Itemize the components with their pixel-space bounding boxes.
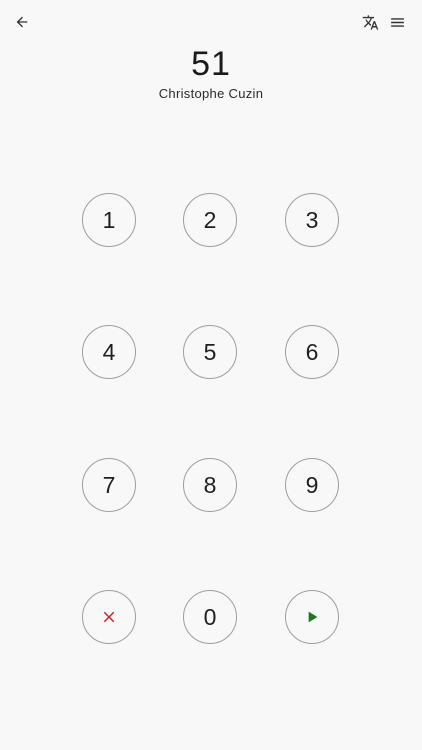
key-2[interactable]: 2 bbox=[183, 193, 237, 247]
submit-button[interactable] bbox=[285, 590, 339, 644]
dial-display: 51 Christophe Cuzin bbox=[0, 44, 422, 102]
key-3[interactable]: 3 bbox=[285, 193, 339, 247]
menu-button[interactable] bbox=[383, 8, 411, 36]
hamburger-menu-icon bbox=[390, 17, 404, 27]
translate-icon bbox=[362, 14, 378, 30]
key-1[interactable]: 1 bbox=[82, 193, 136, 247]
key-4[interactable]: 4 bbox=[82, 325, 136, 379]
play-icon bbox=[308, 611, 318, 623]
top-bar bbox=[0, 0, 422, 44]
key-7[interactable]: 7 bbox=[82, 458, 136, 512]
key-9[interactable]: 9 bbox=[285, 458, 339, 512]
key-5[interactable]: 5 bbox=[183, 325, 237, 379]
clear-button[interactable] bbox=[82, 590, 136, 644]
contact-name: Christophe Cuzin bbox=[158, 86, 264, 101]
close-icon bbox=[103, 611, 115, 623]
key-0[interactable]: 0 bbox=[183, 590, 237, 644]
arrow-left-icon bbox=[16, 16, 28, 28]
entered-number: 51 bbox=[191, 45, 231, 83]
key-8[interactable]: 8 bbox=[183, 458, 237, 512]
key-6[interactable]: 6 bbox=[285, 325, 339, 379]
translate-button[interactable] bbox=[356, 8, 384, 36]
back-button[interactable] bbox=[8, 8, 36, 36]
